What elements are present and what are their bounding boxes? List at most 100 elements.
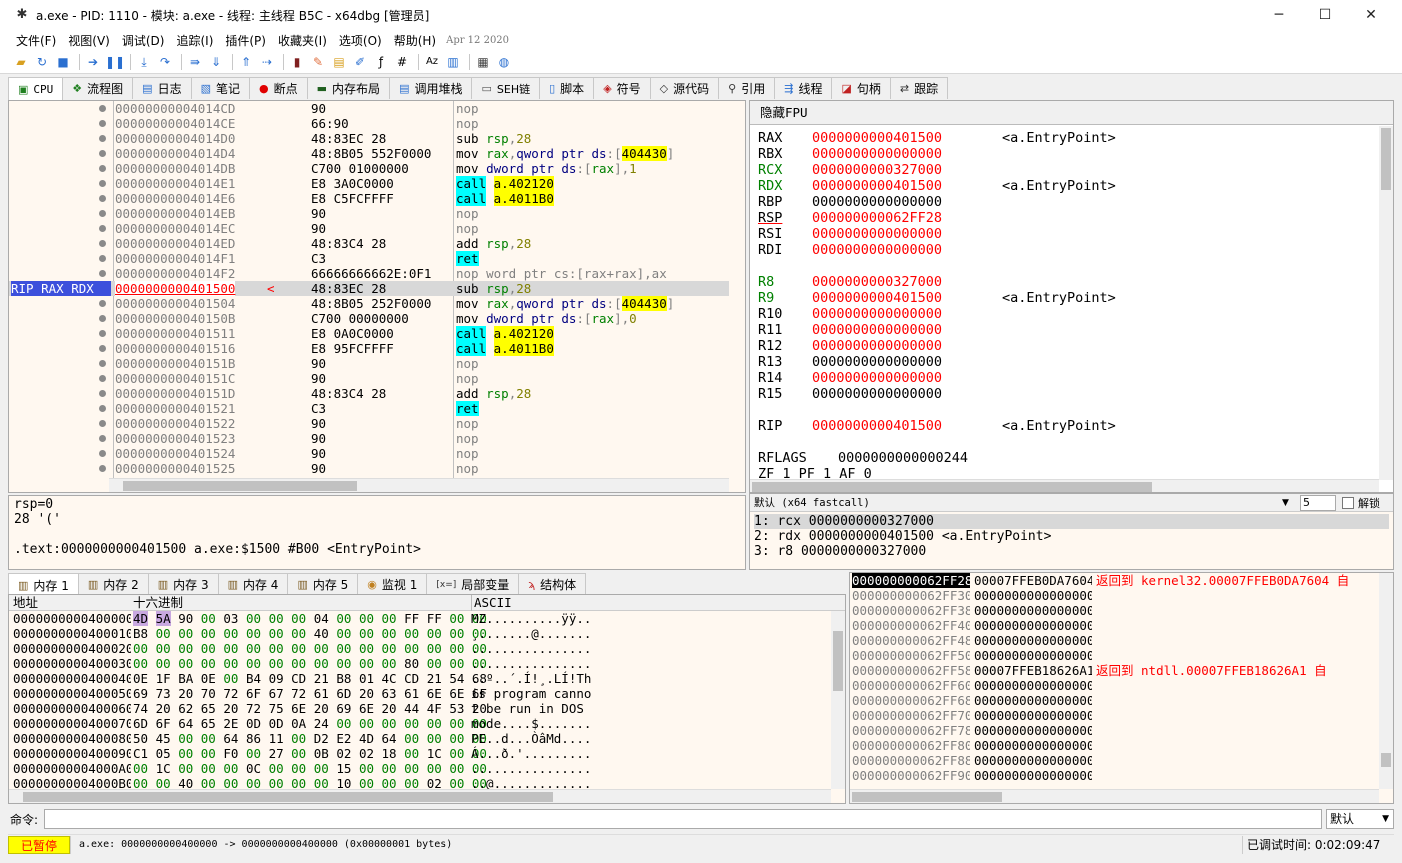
trace-into-icon[interactable]: ⇛: [186, 53, 204, 71]
hide-fpu-button[interactable]: 隐藏FPU: [750, 101, 1393, 125]
tab-log[interactable]: ▤ 日志: [132, 77, 192, 99]
menu-plugins[interactable]: 插件(P): [223, 32, 268, 49]
scroll-thumb[interactable]: [852, 792, 1002, 802]
disasm-row[interactable]: RIP RAX RDX 0000000000401500 <48:83EC 28 su…: [9, 281, 729, 296]
tab-memory-map[interactable]: ▬ 内存布局: [306, 77, 391, 99]
disasm-row[interactable]: 00000000004014F1 C3 ret: [9, 251, 729, 266]
tab-breakpoints[interactable]: ● 断点: [249, 77, 308, 99]
tab-call-stack[interactable]: ▤ 调用堆栈: [389, 77, 473, 99]
register-row[interactable]: RDI 0000000000000000: [758, 242, 1002, 258]
breakpoint-dot[interactable]: [99, 420, 106, 427]
stack-row[interactable]: 000000000062FF90 0000000000000000: [850, 768, 1379, 783]
disasm-row[interactable]: 00000000004014D4 48:8B05 552F0000 mov rax,…: [9, 146, 729, 161]
disasm-row[interactable]: 000000000040151B 90 nop: [9, 356, 729, 371]
tab-cpu[interactable]: ▣ CPU: [8, 77, 64, 100]
breakpoint-dot[interactable]: [99, 270, 106, 277]
register-value[interactable]: 0000000000000000: [812, 146, 1002, 162]
disasm-row[interactable]: 00000000004014EB 90 nop: [9, 206, 729, 221]
stack-row[interactable]: 000000000062FF38 0000000000000000: [850, 603, 1379, 618]
bookmark-icon[interactable]: ✐: [351, 53, 369, 71]
register-value[interactable]: 0000000000000000: [812, 338, 1002, 354]
register-value[interactable]: 0000000000401500: [812, 290, 1002, 306]
stack-row[interactable]: 000000000062FF58 00007FFEB18626A1 返回到 ntdl…: [850, 663, 1379, 678]
breakpoint-dot[interactable]: [99, 390, 106, 397]
register-value[interactable]: 0000000000327000: [812, 162, 1002, 178]
disasm-row[interactable]: 0000000000401516 E8 95FCFFFF call a.4011B0: [9, 341, 729, 356]
registers-vscrollbar[interactable]: [1379, 126, 1393, 480]
step-into-icon[interactable]: ⤓: [135, 53, 153, 71]
register-row[interactable]: R8 0000000000327000: [758, 274, 1002, 290]
tab-locals[interactable]: [x=] 局部变量: [426, 573, 520, 595]
breakpoint-dot[interactable]: [99, 120, 106, 127]
breakpoint-dot[interactable]: [99, 255, 106, 262]
registers-view[interactable]: 隐藏FPU RAX 0000000000401500 <a.EntryPoint> R…: [749, 100, 1394, 493]
tab-source[interactable]: ◇ 源代码: [649, 77, 720, 99]
dump-vscrollbar[interactable]: [831, 611, 845, 789]
tab-memory-3[interactable]: ▥ 内存 3: [147, 573, 219, 595]
scroll-thumb[interactable]: [123, 481, 357, 491]
breakpoint-dot[interactable]: [99, 105, 106, 112]
register-value[interactable]: 0000000000401500: [812, 418, 1002, 434]
register-row[interactable]: RCX 0000000000327000: [758, 162, 1002, 178]
callconv-arg-row[interactable]: 1: rcx 0000000000327000: [754, 514, 1389, 529]
register-value[interactable]: 0000000000000000: [812, 322, 1002, 338]
tab-notes[interactable]: ▧ 笔记: [190, 77, 251, 99]
disasm-row[interactable]: 000000000040150B C700 00000000 mov dword p…: [9, 311, 729, 326]
register-row[interactable]: R12 0000000000000000: [758, 338, 1002, 354]
restart-icon[interactable]: ↻: [33, 53, 51, 71]
breakpoint-dot[interactable]: [99, 135, 106, 142]
breakpoint-dot[interactable]: [99, 315, 106, 322]
tab-struct[interactable]: ϡ 结构体: [518, 573, 587, 595]
breakpoint-dot[interactable]: [99, 360, 106, 367]
disasm-row[interactable]: 0000000000401504 48:8B05 252F0000 mov rax,…: [9, 296, 729, 311]
disasm-row[interactable]: 00000000004014DB C700 01000000 mov dword p…: [9, 161, 729, 176]
stop-icon[interactable]: ■: [54, 53, 72, 71]
menu-options[interactable]: 选项(O): [337, 32, 384, 49]
log-icon[interactable]: ▥: [444, 53, 462, 71]
stack-row[interactable]: 000000000062FF70 0000000000000000: [850, 708, 1379, 723]
callconv-arg-row[interactable]: 3: r8 0000000000327000: [754, 544, 1389, 559]
breakpoint-dot[interactable]: [99, 180, 106, 187]
breakpoint-dot[interactable]: [99, 240, 106, 247]
register-row[interactable]: RAX 0000000000401500 <a.EntryPoint>: [758, 130, 1116, 146]
chevron-down-icon[interactable]: ▼: [1282, 498, 1296, 508]
disasm-row[interactable]: 00000000004014D0 48:83EC 28 sub rsp,28: [9, 131, 729, 146]
tab-handles[interactable]: ◪ 句柄: [831, 77, 891, 99]
open-icon[interactable]: ▰: [12, 53, 30, 71]
run-icon[interactable]: ➔: [84, 53, 102, 71]
tab-script[interactable]: ▯ 脚本: [539, 77, 595, 99]
maximize-button[interactable]: ☐: [1302, 0, 1348, 30]
stack-row[interactable]: 000000000062FF80 0000000000000000: [850, 738, 1379, 753]
unlock-checkbox[interactable]: [1342, 496, 1354, 509]
menu-trace[interactable]: 追踪(I): [174, 32, 215, 49]
minimize-button[interactable]: ─: [1256, 0, 1302, 30]
patch-icon[interactable]: ▮: [288, 53, 306, 71]
disasm-row[interactable]: 00000000004014E6 E8 C5FCFFFF call a.4011B0: [9, 191, 729, 206]
disasm-row[interactable]: 00000000004014ED 48:83C4 28 add rsp,28: [9, 236, 729, 251]
register-row[interactable]: R14 0000000000000000: [758, 370, 1002, 386]
menu-favourites[interactable]: 收藏夹(I): [276, 32, 329, 49]
breakpoint-dot[interactable]: [99, 210, 106, 217]
register-row[interactable]: R11 0000000000000000: [758, 322, 1002, 338]
tab-symbols[interactable]: ◈ 符号: [593, 77, 651, 99]
scroll-thumb[interactable]: [1381, 128, 1391, 190]
stack-view[interactable]: 000000000062FF28 00007FFEB0DA7604 返回到 kern…: [849, 572, 1394, 804]
tab-memory-5[interactable]: ▥ 内存 5: [287, 573, 359, 595]
stack-row[interactable]: 000000000062FF60 0000000000000000: [850, 678, 1379, 693]
disasm-row[interactable]: 000000000040151D 48:83C4 28 add rsp,28: [9, 386, 729, 401]
tab-threads[interactable]: ⇶ 线程: [774, 77, 833, 99]
breakpoint-dot[interactable]: [99, 225, 106, 232]
stack-hscrollbar[interactable]: [850, 789, 1379, 803]
disasm-row[interactable]: 00000000004014CD 90 nop: [9, 101, 729, 116]
tab-references[interactable]: ⚲ 引用: [718, 77, 776, 99]
execute-till-return-icon[interactable]: ⇑: [237, 53, 255, 71]
register-value[interactable]: 0000000000000000: [812, 306, 1002, 322]
disasm-row[interactable]: 0000000000401522 90 nop: [9, 416, 729, 431]
stack-row[interactable]: 000000000062FF40 0000000000000000: [850, 618, 1379, 633]
disasm-row[interactable]: 000000000040151C 90 nop: [9, 371, 729, 386]
breakpoint-dot[interactable]: [99, 330, 106, 337]
register-value[interactable]: 000000000062FF28: [812, 210, 1002, 226]
tab-memory-4[interactable]: ▥ 内存 4: [217, 573, 289, 595]
close-button[interactable]: ✕: [1348, 0, 1394, 30]
stack-row[interactable]: 000000000062FF88 0000000000000000: [850, 753, 1379, 768]
